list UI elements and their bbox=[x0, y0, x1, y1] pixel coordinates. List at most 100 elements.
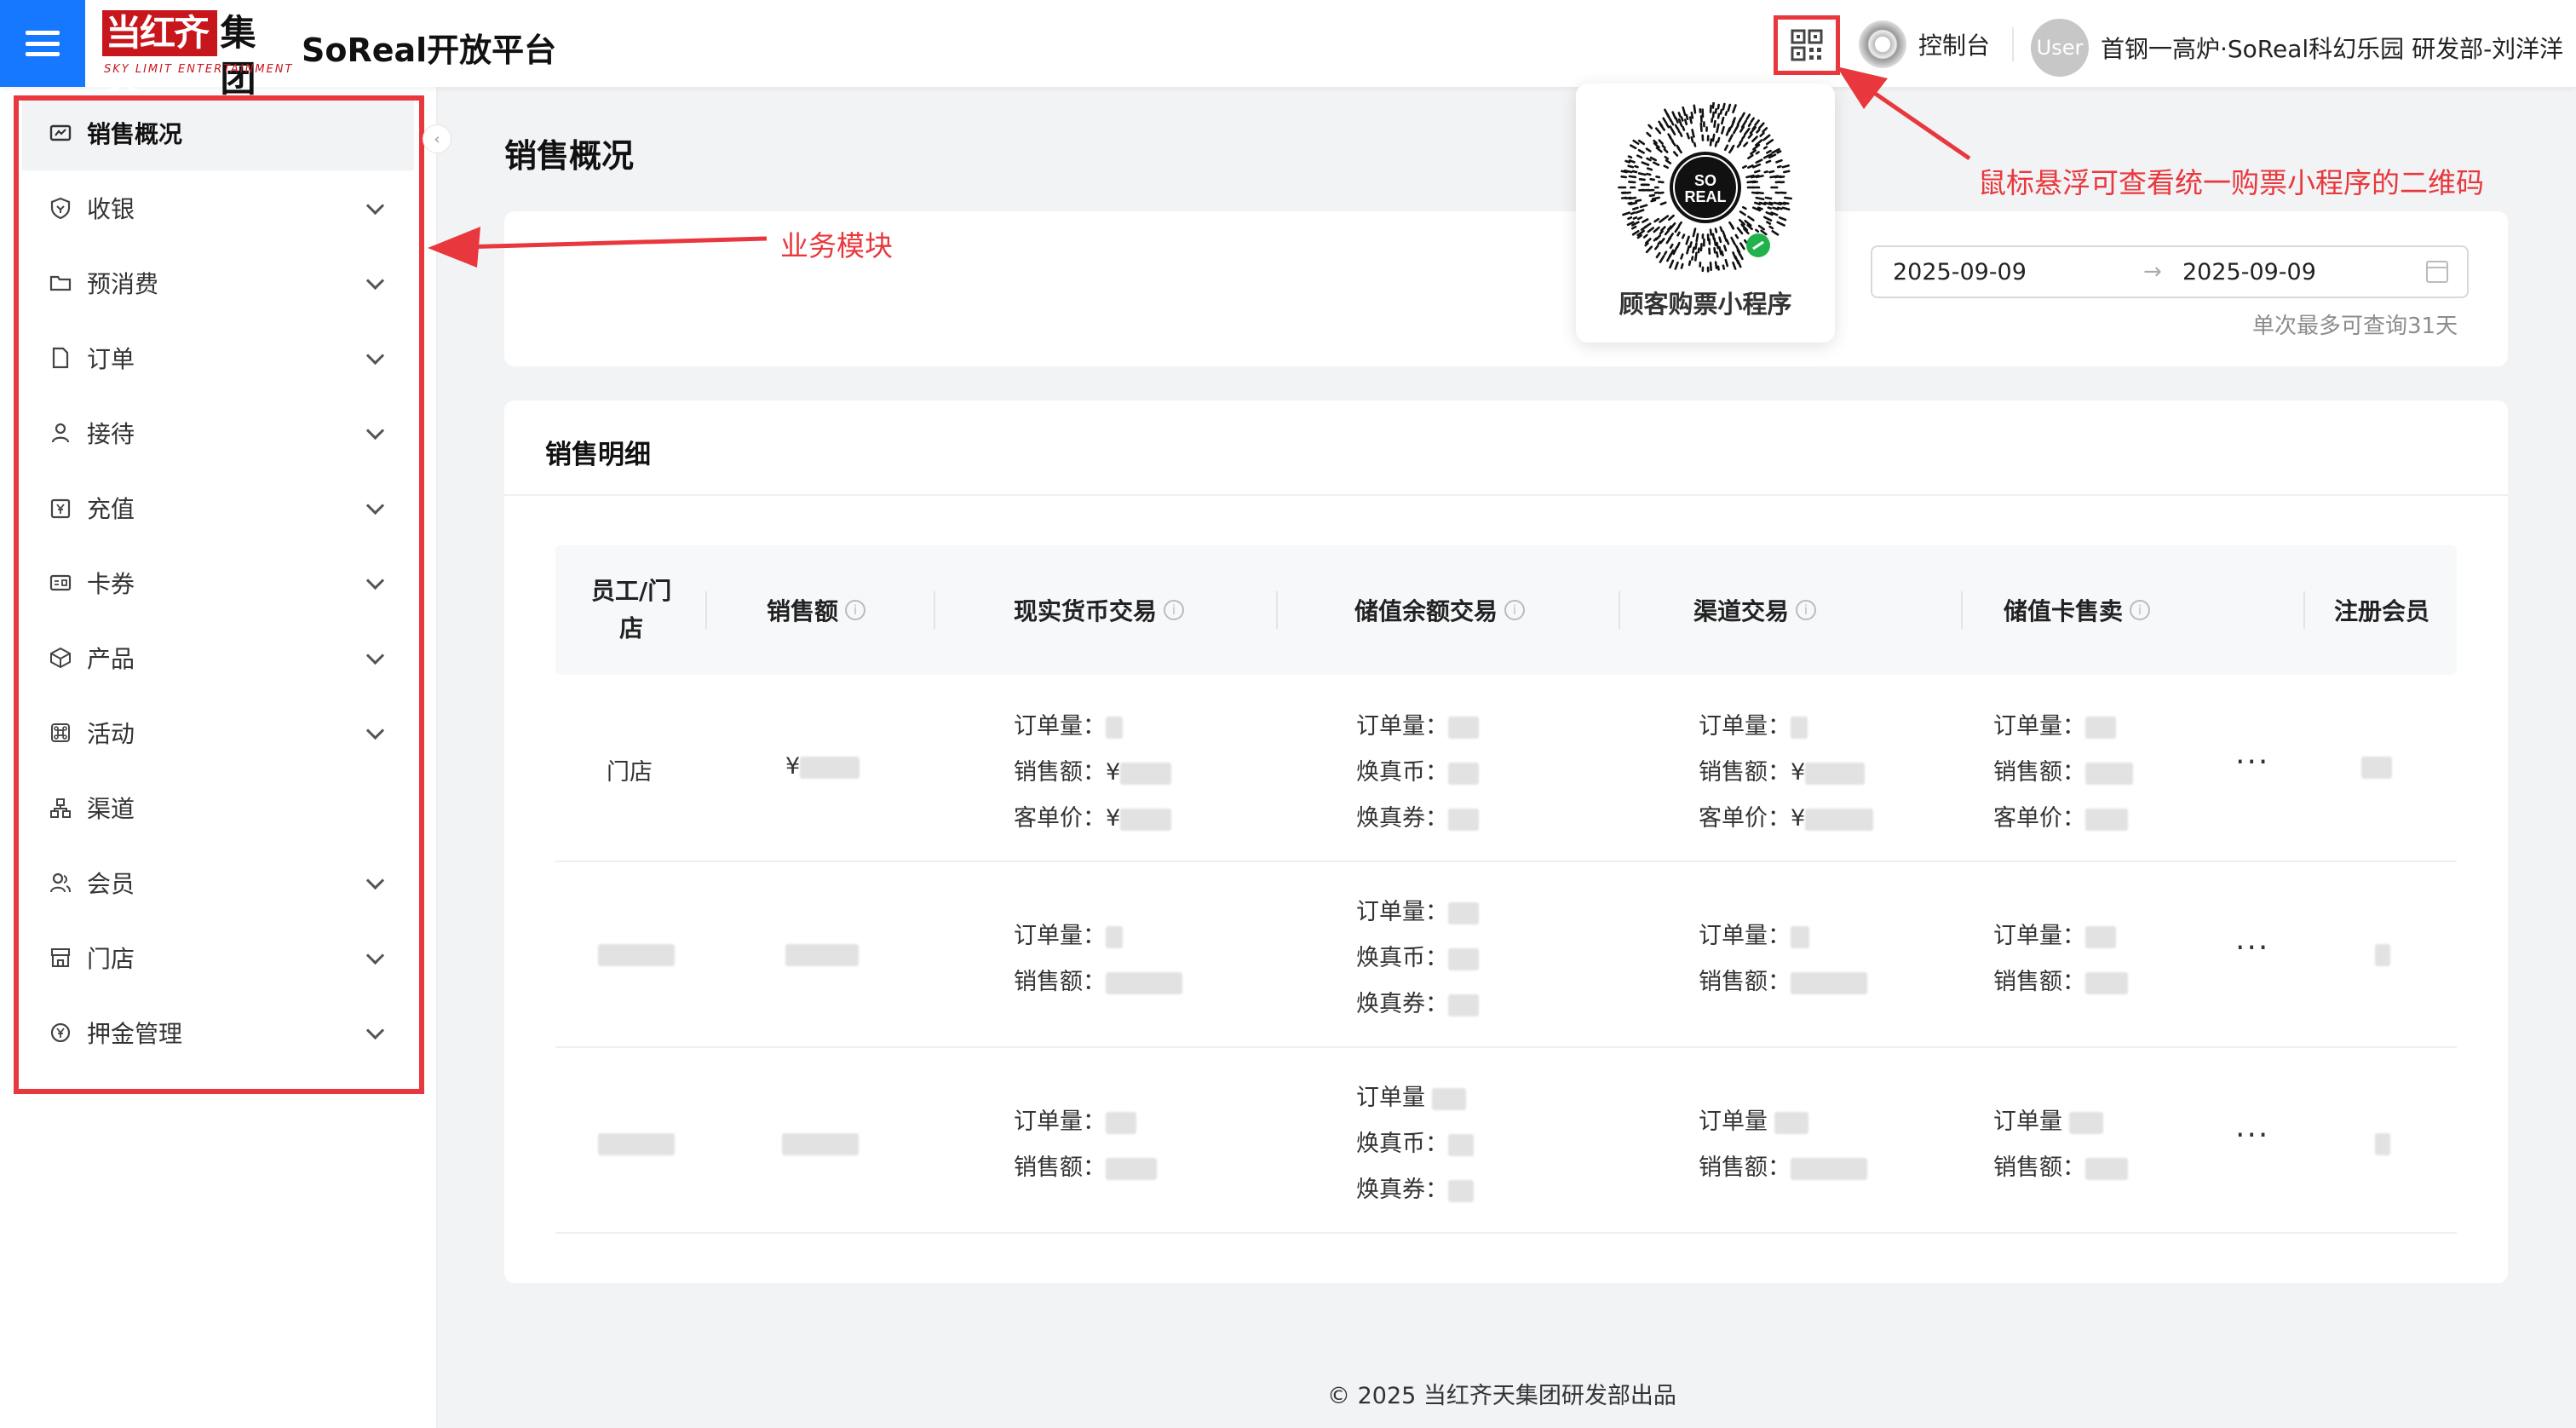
redacted-value bbox=[2085, 1157, 2128, 1180]
cash-order-count: 订单量： bbox=[1014, 1103, 1136, 1136]
balance-coin: 焕真币： bbox=[1356, 753, 1479, 786]
qr-code-button[interactable] bbox=[1774, 15, 1840, 75]
cash-order-count: 订单量： bbox=[1014, 917, 1123, 950]
qr-code-caption: 顾客购票小程序 bbox=[1619, 290, 1792, 319]
sidebar-item-activities[interactable]: 活动 bbox=[22, 695, 414, 770]
channel-order-count: 订单量： bbox=[1699, 917, 1809, 950]
page-title: 销售概况 bbox=[504, 137, 635, 175]
console-link[interactable]: 控制台 bbox=[1859, 20, 1990, 68]
column-header-cash-transactions: 现实货币交易 i bbox=[1014, 545, 1185, 675]
sidebar-item-channels[interactable]: 渠道 bbox=[22, 770, 414, 845]
sidebar-item-stores[interactable]: 门店 bbox=[22, 920, 414, 995]
chevron-down-icon bbox=[365, 271, 385, 291]
redacted-value bbox=[1791, 1157, 1867, 1180]
chevron-down-icon bbox=[365, 196, 385, 216]
sidebar-item-deposit[interactable]: 押金管理 bbox=[22, 995, 414, 1070]
label: 订单量 bbox=[1356, 1085, 1425, 1111]
info-icon[interactable]: i bbox=[845, 600, 866, 620]
card-order-count: 订单量 bbox=[1993, 1103, 2103, 1136]
card-avg-price: 客单价： bbox=[1993, 799, 2128, 832]
chevron-down-icon bbox=[365, 571, 385, 590]
more-icon[interactable]: ··· bbox=[2235, 1118, 2269, 1153]
info-icon[interactable]: i bbox=[2130, 600, 2151, 620]
more-icon[interactable]: ··· bbox=[2235, 745, 2269, 780]
logo-tagline: SKY LIMIT ENTERTAINMENT bbox=[104, 63, 294, 76]
menu-toggle-button[interactable] bbox=[0, 0, 85, 87]
balance-voucher: 焕真券： bbox=[1356, 799, 1479, 832]
sidebar: 销售概况 收银 预消费 订单 接待 充值 卡券 产品 活动 渠道 会员 门店 押… bbox=[0, 87, 438, 1428]
balance-order-count: 订单量： bbox=[1356, 707, 1479, 740]
label: 订单量 bbox=[1993, 1108, 2062, 1135]
sidebar-item-orders[interactable]: 订单 bbox=[22, 320, 414, 395]
label: 焕真券： bbox=[1356, 805, 1448, 832]
qrcode-icon bbox=[1791, 29, 1823, 61]
label: 焕真券： bbox=[1356, 1177, 1448, 1203]
redacted-value bbox=[1448, 1133, 1474, 1156]
yen-sign: ¥ bbox=[1106, 805, 1121, 832]
sidebar-item-products[interactable]: 产品 bbox=[22, 620, 414, 695]
yen-sign: ¥ bbox=[785, 753, 801, 780]
console-label: 控制台 bbox=[1918, 32, 1991, 60]
column-separator bbox=[2303, 591, 2305, 629]
sidebar-item-recharge[interactable]: 充值 bbox=[22, 470, 414, 545]
redacted-value bbox=[1791, 925, 1809, 948]
redacted-value bbox=[1448, 901, 1479, 924]
redacted-value bbox=[2361, 756, 2392, 779]
info-icon[interactable]: i bbox=[1164, 600, 1185, 620]
redacted-value bbox=[1106, 1111, 1136, 1134]
label: 订单量： bbox=[1014, 713, 1106, 740]
card-sales: 销售额： bbox=[1993, 753, 2133, 786]
card-sales: 销售额： bbox=[1993, 963, 2128, 996]
cash-sales: 销售额：¥ bbox=[1014, 753, 1172, 786]
more-icon[interactable]: ··· bbox=[2235, 930, 2269, 965]
redacted-value bbox=[1120, 762, 1172, 785]
sidebar-item-reception[interactable]: 接待 bbox=[22, 395, 414, 470]
deposit-icon bbox=[48, 1020, 73, 1045]
sidebar-item-cards[interactable]: 卡券 bbox=[22, 545, 414, 620]
sidebar-item-members[interactable]: 会员 bbox=[22, 845, 414, 920]
balance-coin: 焕真币： bbox=[1356, 939, 1479, 972]
redacted-value bbox=[1120, 808, 1172, 831]
redacted-value bbox=[598, 943, 675, 966]
sidebar-item-sales-overview[interactable]: 销售概况 bbox=[22, 95, 414, 170]
sidebar-item-label: 押金管理 bbox=[87, 1020, 183, 1048]
sidebar-menu: 销售概况 收银 预消费 订单 接待 充值 卡券 产品 活动 渠道 会员 门店 押… bbox=[22, 95, 414, 1070]
column-separator bbox=[1961, 591, 1963, 629]
date-end-input[interactable]: 2025-09-09 bbox=[2182, 259, 2316, 285]
user-avatar[interactable]: User bbox=[2031, 19, 2089, 77]
card-order-count: 订单量： bbox=[1993, 917, 2116, 950]
sidebar-item-label: 预消费 bbox=[87, 270, 159, 298]
redacted-value bbox=[1805, 762, 1866, 785]
sidebar-item-label: 活动 bbox=[87, 720, 135, 748]
cash-avg-price: 客单价：¥ bbox=[1014, 799, 1172, 832]
user-name[interactable]: 首钢一高炉·SoReal科幻乐园 研发部-刘洋洋 bbox=[2101, 31, 2563, 65]
date-start-input[interactable]: 2025-09-09 bbox=[1893, 259, 2027, 285]
console-icon bbox=[1859, 20, 1906, 68]
info-icon[interactable]: i bbox=[1796, 600, 1817, 620]
balance-voucher: 焕真券： bbox=[1356, 1171, 1474, 1204]
sidebar-item-cashier[interactable]: 收银 bbox=[22, 170, 414, 245]
sidebar-collapse-button[interactable]: ‹ bbox=[423, 124, 451, 153]
label: 客单价： bbox=[1014, 805, 1106, 832]
command-icon bbox=[48, 720, 73, 746]
qr-code-popover: SO REAL 顾客购票小程序 bbox=[1576, 83, 1835, 343]
redacted-value bbox=[1448, 993, 1479, 1016]
label: 焕真币： bbox=[1356, 759, 1448, 786]
redacted-value bbox=[782, 1132, 859, 1155]
hamburger-icon bbox=[26, 31, 60, 56]
sidebar-item-preconsume[interactable]: 预消费 bbox=[22, 245, 414, 320]
channel-order-count: 订单量 bbox=[1699, 1103, 1808, 1136]
channel-order-count: 订单量： bbox=[1699, 707, 1808, 740]
platform-title: SoReal开放平台 bbox=[302, 32, 557, 69]
row-divider bbox=[555, 1232, 2457, 1234]
card-sales: 销售额： bbox=[1993, 1149, 2128, 1182]
label: 订单量 bbox=[1699, 1108, 1768, 1135]
redacted-value bbox=[1791, 716, 1808, 739]
registered-members-cell bbox=[2361, 753, 2392, 780]
date-range-picker[interactable]: 2025-09-09 → 2025-09-09 bbox=[1871, 245, 2469, 298]
redacted-value bbox=[1106, 971, 1182, 994]
logo-suffix-text: 集团 bbox=[220, 12, 256, 100]
info-icon[interactable]: i bbox=[1504, 600, 1526, 620]
channel-sales: 销售额： bbox=[1699, 1149, 1867, 1182]
label: 客单价： bbox=[1993, 805, 2085, 832]
